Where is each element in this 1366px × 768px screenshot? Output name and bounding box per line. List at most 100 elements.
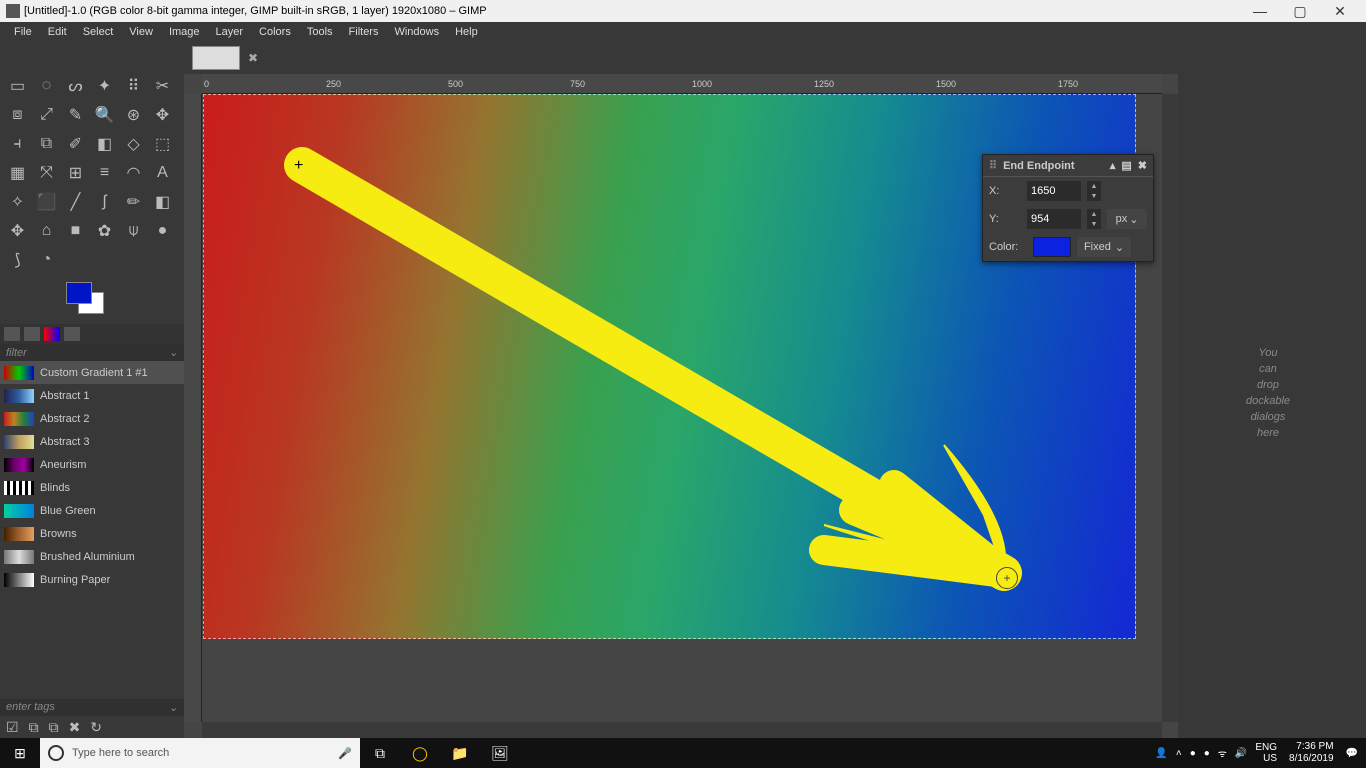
tool-button[interactable]: ✧ (3, 187, 32, 216)
menu-view[interactable]: View (121, 24, 161, 40)
gradient-action-button[interactable]: ⧉ (49, 719, 59, 736)
menu-edit[interactable]: Edit (40, 24, 75, 40)
gradient-action-button[interactable]: ↻ (90, 719, 102, 736)
tab-icon[interactable] (24, 327, 40, 341)
wifi-icon[interactable]: ᯤ (1218, 746, 1227, 760)
tool-button[interactable]: ✎ (61, 100, 90, 129)
gradient-list-item[interactable]: Browns (0, 522, 184, 545)
taskbar-app-icon[interactable]: ◯ (400, 745, 440, 762)
tool-button[interactable]: ▦ (3, 158, 32, 187)
gradient-end-handle[interactable]: + (996, 567, 1018, 589)
ruler-horizontal[interactable]: 02505007501000125015001750 (202, 74, 1162, 94)
menu-colors[interactable]: Colors (251, 24, 299, 40)
tab-icon[interactable] (4, 327, 20, 341)
tool-button[interactable]: ◇ (119, 129, 148, 158)
tool-button[interactable]: ʃ (90, 187, 119, 216)
menu-windows[interactable]: Windows (386, 24, 447, 40)
tray-icon[interactable]: ● (1204, 748, 1210, 759)
gradient-list-item[interactable]: Abstract 1 (0, 384, 184, 407)
menu-icon[interactable]: ▤ (1121, 159, 1131, 172)
tool-button[interactable]: ◌ (32, 71, 61, 100)
color-mode-select[interactable]: Fixed ⌄ (1077, 237, 1131, 257)
volume-icon[interactable]: 🔊 (1235, 748, 1247, 759)
tool-button[interactable]: ⤧ (32, 158, 61, 187)
gradient-action-button[interactable]: ☑ (6, 719, 19, 736)
gradient-filter[interactable]: filter ⌄ (0, 344, 184, 361)
tool-button[interactable]: ▭ (3, 71, 32, 100)
tool-button[interactable]: ⧉ (32, 129, 61, 158)
endpoint-color-swatch[interactable] (1033, 237, 1071, 257)
x-spinner[interactable]: ▲▼ (1087, 181, 1101, 201)
taskbar-app-icon[interactable]: 📁 (440, 745, 480, 762)
menu-select[interactable]: Select (75, 24, 122, 40)
gradient-start-handle[interactable]: + (294, 157, 306, 169)
chevron-down-icon[interactable]: ⌄ (169, 346, 178, 359)
gradient-list-item[interactable]: Brushed Aluminium (0, 545, 184, 568)
chevron-down-icon[interactable]: ⌄ (169, 701, 178, 714)
detach-icon[interactable]: ▴ (1110, 159, 1116, 172)
gradient-list-item[interactable]: Burning Paper (0, 568, 184, 591)
people-icon[interactable]: 👤 (1155, 748, 1167, 759)
tool-button[interactable]: 🔍 (90, 100, 119, 129)
notifications-icon[interactable]: 💬 (1346, 748, 1358, 759)
gradient-action-button[interactable]: ⧉ (29, 719, 39, 736)
maximize-button[interactable]: ▢ (1280, 2, 1320, 20)
gradient-list-item[interactable]: Abstract 2 (0, 407, 184, 430)
image-tab[interactable] (192, 46, 240, 70)
tool-button[interactable]: ◠ (119, 158, 148, 187)
tool-button[interactable]: ⬚ (148, 129, 177, 158)
taskbar-clock[interactable]: 7:36 PM 8/16/2019 (1285, 741, 1338, 765)
tool-button[interactable]: ᔕ (61, 71, 90, 100)
tool-button[interactable]: ✿ (90, 216, 119, 245)
x-input[interactable]: 1650 (1027, 181, 1081, 201)
gradient-action-button[interactable]: ✖ (69, 719, 81, 736)
tool-button[interactable]: ■ (61, 216, 90, 245)
tool-button[interactable]: ◧ (148, 187, 177, 216)
ruler-vertical[interactable] (184, 94, 202, 722)
ime-region[interactable]: US (1255, 753, 1277, 764)
taskbar-search[interactable]: Type here to search 🎤 (40, 738, 360, 768)
tool-button[interactable]: ⊞ (61, 158, 90, 187)
tool-button[interactable]: A (148, 158, 177, 187)
tool-button[interactable]: ✦ (90, 71, 119, 100)
gradient-list-item[interactable]: Aneurism (0, 453, 184, 476)
right-dock-area[interactable]: Youcandropdockabledialogshere (1178, 42, 1366, 738)
menu-help[interactable]: Help (447, 24, 486, 40)
tool-button[interactable]: ⌂ (32, 216, 61, 245)
tool-button[interactable]: ◧ (90, 129, 119, 158)
menu-layer[interactable]: Layer (208, 24, 252, 40)
tool-button[interactable]: ≡ (90, 158, 119, 187)
system-tray[interactable]: 👤 ˄ ● ● ᯤ 🔊 ENG US 7:36 PM 8/16/2019 💬 (1147, 741, 1366, 765)
horizontal-scrollbar[interactable] (202, 722, 1162, 738)
endpoint-panel[interactable]: ⠿ End Endpoint ▴ ▤ ✖ X: 1650 ▲▼ Y: 954 ▲… (982, 154, 1154, 262)
menu-file[interactable]: File (6, 24, 40, 40)
y-spinner[interactable]: ▲▼ (1087, 209, 1101, 229)
start-button[interactable]: ⊞ (0, 745, 40, 762)
ime-lang[interactable]: ENG (1255, 742, 1277, 753)
tool-button[interactable]: ✥ (3, 216, 32, 245)
gradient-list-item[interactable]: Abstract 3 (0, 430, 184, 453)
close-panel-icon[interactable]: ✖ (1138, 159, 1147, 172)
grip-icon[interactable]: ⠿ (989, 159, 997, 172)
gradient-list-item[interactable]: Custom Gradient 1 #1 (0, 361, 184, 384)
tool-button[interactable]: ⫞ (3, 129, 32, 158)
menu-tools[interactable]: Tools (299, 24, 341, 40)
tool-button[interactable]: ✥ (148, 100, 177, 129)
y-input[interactable]: 954 (1027, 209, 1081, 229)
tool-button[interactable]: ⊛ (119, 100, 148, 129)
tool-button[interactable]: ⧈ (3, 100, 32, 129)
tool-button[interactable]: ⟆ (3, 245, 32, 274)
minimize-button[interactable]: — (1240, 2, 1280, 20)
tab-icon[interactable] (64, 327, 80, 341)
tool-button[interactable]: ⤢ (32, 100, 61, 129)
tool-button[interactable]: ✏ (119, 187, 148, 216)
fg-color-swatch[interactable] (66, 282, 92, 304)
enter-tags-field[interactable]: enter tags ⌄ (0, 699, 184, 716)
tool-button[interactable]: ⠿ (119, 71, 148, 100)
tool-button[interactable]: ✂ (148, 71, 177, 100)
tool-button[interactable]: ╱ (61, 187, 90, 216)
tray-up-icon[interactable]: ˄ (1176, 748, 1182, 759)
gradient-list[interactable]: Custom Gradient 1 #1Abstract 1Abstract 2… (0, 361, 184, 699)
tool-button[interactable]: ⍦ (119, 216, 148, 245)
gradient-list-item[interactable]: Blue Green (0, 499, 184, 522)
